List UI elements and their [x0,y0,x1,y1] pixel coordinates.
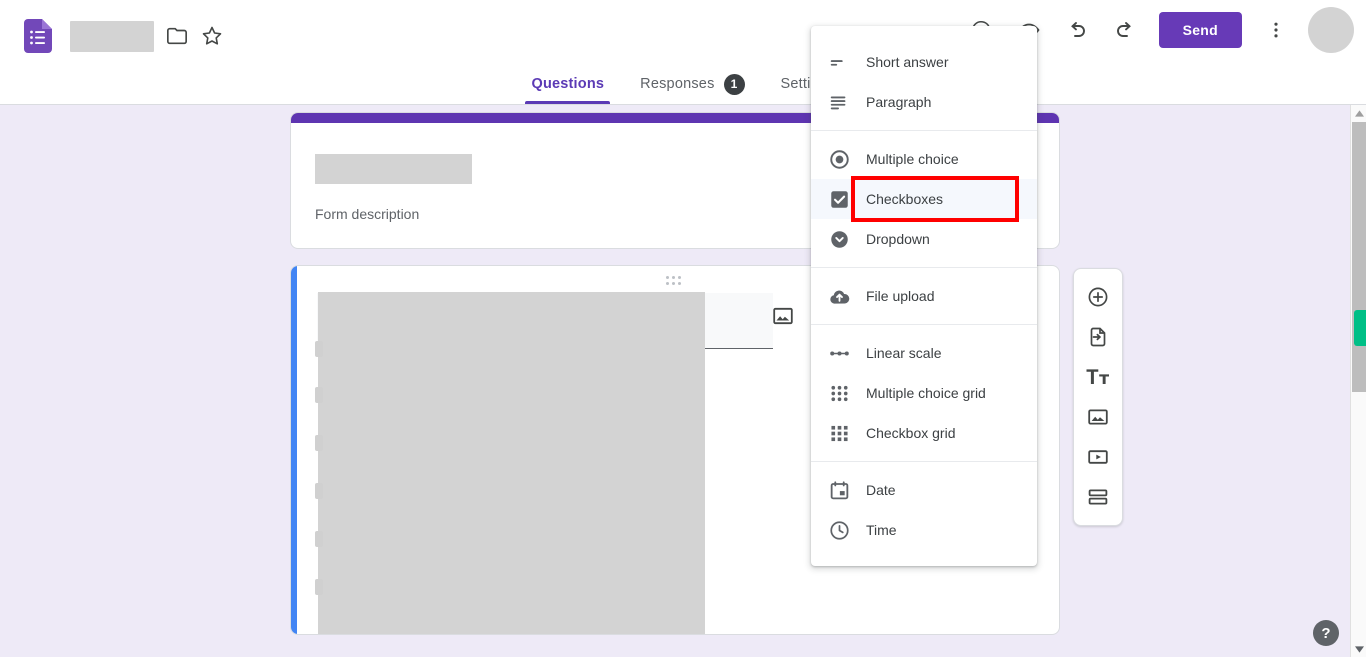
option-row-stub [315,387,323,403]
add-item-toolbar [1073,268,1123,526]
linear-scale-icon [827,341,851,365]
menu-item-label: Linear scale [866,345,942,361]
checkbox-grid-icon [827,421,851,445]
menu-item-label: Short answer [866,54,949,70]
more-vert-icon[interactable] [1256,10,1296,50]
undo-icon[interactable] [1057,10,1097,50]
menu-group-scale-grid: Linear scale Multiple choice grid Checkb… [811,324,1037,461]
menu-item-label: Checkbox grid [866,425,956,441]
menu-group-datetime: Date Time [811,461,1037,558]
menu-item-file-upload[interactable]: File upload [811,276,1037,316]
tab-questions-label: Questions [531,76,605,92]
avatar[interactable] [1308,7,1354,53]
menu-item-label: Paragraph [866,94,932,110]
menu-item-date[interactable]: Date [811,470,1037,510]
menu-item-checkbox-grid[interactable]: Checkbox grid [811,413,1037,453]
dropdown-icon [827,227,851,251]
option-row-stub [315,579,323,595]
folder-icon[interactable] [166,25,188,47]
radio-button-icon [827,147,851,171]
tab-responses-label: Responses [640,76,715,92]
menu-group-upload: File upload [811,267,1037,324]
add-image-icon[interactable] [771,304,795,328]
add-video-icon[interactable] [1078,437,1118,477]
clock-icon [827,518,851,542]
form-title-input[interactable] [70,21,154,52]
top-bar-divider [0,104,1366,105]
import-questions-icon[interactable] [1078,317,1118,357]
send-button[interactable]: Send [1158,12,1242,48]
scroll-down-arrow-icon[interactable] [1351,641,1366,657]
option-row-stub [315,531,323,547]
menu-group-text: Short answer Paragraph [811,34,1037,130]
menu-item-label: File upload [866,288,935,304]
scrollbar-position-marker [1354,310,1366,346]
calendar-icon [827,478,851,502]
question-type-menu[interactable]: Short answer Paragraph Multiple choice C… [811,26,1037,566]
redo-icon[interactable] [1105,10,1145,50]
top-bar: Questions Responses 1 Settings Send [0,0,1366,104]
menu-group-choice: Multiple choice Checkboxes Dropdown [811,130,1037,267]
redacted-question-content [318,292,705,634]
page-scrollbar[interactable] [1350,105,1366,657]
question-selected-accent [291,266,297,634]
menu-item-label: Dropdown [866,231,930,247]
menu-item-multiple-choice[interactable]: Multiple choice [811,139,1037,179]
menu-item-short-answer[interactable]: Short answer [811,42,1037,82]
menu-item-label: Time [866,522,897,538]
google-forms-editor: Questions Responses 1 Settings Send Form… [0,0,1366,657]
forms-logo-icon[interactable] [24,19,52,53]
menu-item-time[interactable]: Time [811,510,1037,550]
help-button[interactable]: ? [1313,620,1339,646]
menu-item-paragraph[interactable]: Paragraph [811,82,1037,122]
editor-tabs: Questions Responses 1 Settings [0,64,1366,104]
menu-item-checkboxes[interactable]: Checkboxes [811,176,1037,222]
add-image-icon[interactable] [1078,397,1118,437]
star-outline-icon[interactable] [200,24,224,48]
file-upload-icon [827,284,851,308]
paragraph-icon [827,90,851,114]
add-section-icon[interactable] [1078,477,1118,517]
form-canvas: Form description [0,104,1366,657]
scroll-up-arrow-icon[interactable] [1351,105,1366,121]
radio-grid-icon [827,381,851,405]
tab-questions[interactable]: Questions [513,64,622,104]
option-row-stub [315,483,323,499]
short-answer-icon [827,50,851,74]
menu-item-label: Multiple choice [866,151,959,167]
drag-handle-icon[interactable] [666,276,684,285]
menu-item-label: Date [866,482,896,498]
form-header-title-input[interactable] [315,154,472,184]
menu-item-label: Checkboxes [866,191,944,207]
option-row-stub [315,341,323,357]
checkbox-icon [827,187,851,211]
add-title-icon[interactable] [1078,357,1118,397]
menu-item-multiple-choice-grid[interactable]: Multiple choice grid [811,373,1037,413]
option-row-stub [315,435,323,451]
scrollbar-thumb[interactable] [1352,122,1366,392]
menu-item-label: Multiple choice grid [866,385,986,401]
tab-responses[interactable]: Responses 1 [622,64,762,104]
responses-count-badge: 1 [723,73,745,95]
add-question-icon[interactable] [1078,277,1118,317]
menu-item-dropdown[interactable]: Dropdown [811,219,1037,259]
menu-item-linear-scale[interactable]: Linear scale [811,333,1037,373]
